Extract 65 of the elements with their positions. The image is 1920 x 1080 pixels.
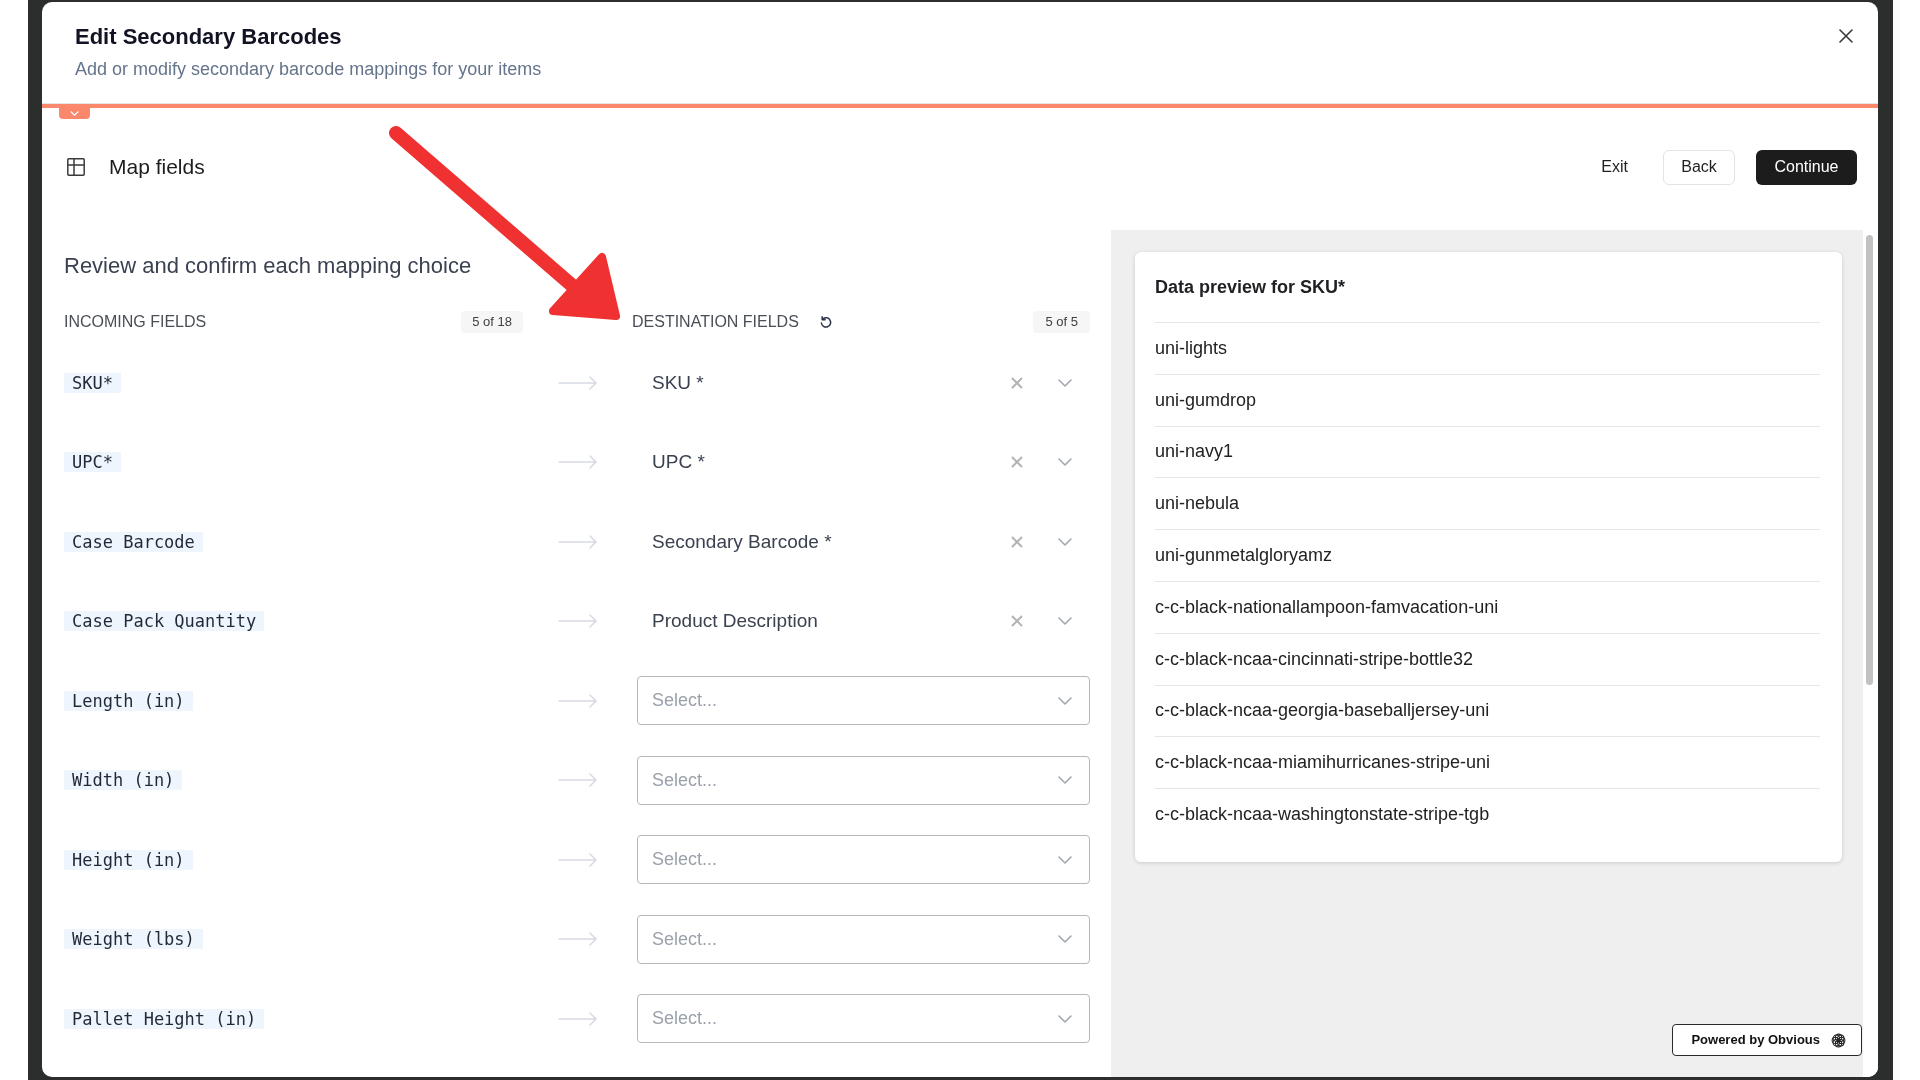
preview-value: c-c-black-ncaa-cincinnati-stripe-bottle32 xyxy=(1155,647,1474,671)
chevron-down-icon xyxy=(1058,458,1072,467)
rotate-ccw-icon[interactable] xyxy=(818,315,832,329)
destination-select[interactable]: SKU * xyxy=(637,358,1090,408)
preview-value: uni-navy1 xyxy=(1155,440,1234,464)
chevron-down-icon xyxy=(1058,776,1072,785)
arrow-right-icon xyxy=(558,932,598,947)
flower-icon xyxy=(1831,1032,1846,1048)
chevron-down-icon xyxy=(70,111,79,116)
chevron-down-icon xyxy=(1058,378,1072,387)
incoming-field-name: Case Barcode xyxy=(64,531,203,552)
chevron-down-icon xyxy=(1058,617,1072,626)
field-count: 5 of 18 xyxy=(461,311,523,333)
preview-value: uni-gumdrop xyxy=(1155,388,1257,412)
dialog-title: Edit Secondary Barcodes xyxy=(75,23,343,51)
x-icon[interactable] xyxy=(1011,615,1023,628)
preview-value: uni-lights xyxy=(1155,336,1228,360)
incoming-field-name: Weight (lbs) xyxy=(64,929,203,950)
table-icon xyxy=(67,158,85,176)
back-button[interactable]: Back xyxy=(1663,149,1735,185)
dialog-subtitle: Add or modify secondary barcode mappings for your items xyxy=(75,58,542,81)
preview-value: c-c-black-ncaa-miamihurricanes-stripe-uni xyxy=(1155,751,1491,775)
incoming-field-name: Length (in) xyxy=(64,690,193,711)
incoming-field-name: Pallet Height (in) xyxy=(64,1008,265,1029)
continue-button[interactable]: Continue xyxy=(1756,149,1857,185)
preview-value: uni-nebula xyxy=(1155,492,1240,516)
column-header: INCOMING FIELDS xyxy=(64,312,207,332)
x-icon[interactable] xyxy=(1011,456,1023,469)
scrollbar[interactable] xyxy=(1866,235,1873,685)
close-icon[interactable] xyxy=(1839,29,1853,43)
destination-select[interactable]: Product Description xyxy=(637,596,1090,646)
chevron-down-icon xyxy=(1058,696,1072,705)
field-count: 5 of 5 xyxy=(1033,311,1090,333)
section-heading: Review and confirm each mapping choice xyxy=(64,252,473,280)
chevron-down-icon xyxy=(1058,537,1072,546)
collapse-toggle[interactable] xyxy=(59,108,90,119)
incoming-field-name: Width (in) xyxy=(64,770,183,791)
preview-value: c-c-black-nationallampoon-famvacation-uni xyxy=(1155,595,1499,619)
arrow-right-icon xyxy=(558,375,598,390)
preview-value: c-c-black-ncaa-georgia-baseballjersey-uni xyxy=(1155,699,1490,723)
destination-select[interactable]: Secondary Barcode * xyxy=(637,517,1090,567)
exit-button[interactable]: Exit xyxy=(1587,149,1642,185)
preview-value: uni-gunmetalgloryamz xyxy=(1155,544,1333,568)
arrow-right-icon xyxy=(558,614,598,629)
incoming-field-name: UPC* xyxy=(64,452,121,473)
destination-select[interactable]: UPC * xyxy=(637,437,1090,487)
column-header: DESTINATION FIELDS xyxy=(632,312,799,332)
chevron-down-icon xyxy=(1058,935,1072,944)
preview-title: Data preview for SKU* xyxy=(1155,275,1346,299)
arrow-right-icon xyxy=(558,693,598,708)
preview-value: c-c-black-ncaa-washingtonstate-stripe-tgb xyxy=(1155,803,1490,827)
chevron-down-icon xyxy=(1058,855,1072,864)
step-title: Map fields xyxy=(109,154,205,181)
arrow-right-icon xyxy=(558,773,598,788)
incoming-field-name: Case Pack Quantity xyxy=(64,611,265,632)
x-icon[interactable] xyxy=(1011,535,1023,548)
chevron-down-icon xyxy=(1058,1014,1072,1023)
arrow-right-icon xyxy=(558,852,598,867)
incoming-field-name: Height (in) xyxy=(64,849,193,870)
arrow-right-icon xyxy=(558,534,598,549)
incoming-field-name: SKU* xyxy=(64,372,121,393)
x-icon[interactable] xyxy=(1011,376,1023,389)
arrow-right-icon xyxy=(558,455,598,470)
powered-by-link[interactable]: Powered by Obvious xyxy=(1672,1024,1862,1056)
arrow-right-icon xyxy=(558,1011,598,1026)
